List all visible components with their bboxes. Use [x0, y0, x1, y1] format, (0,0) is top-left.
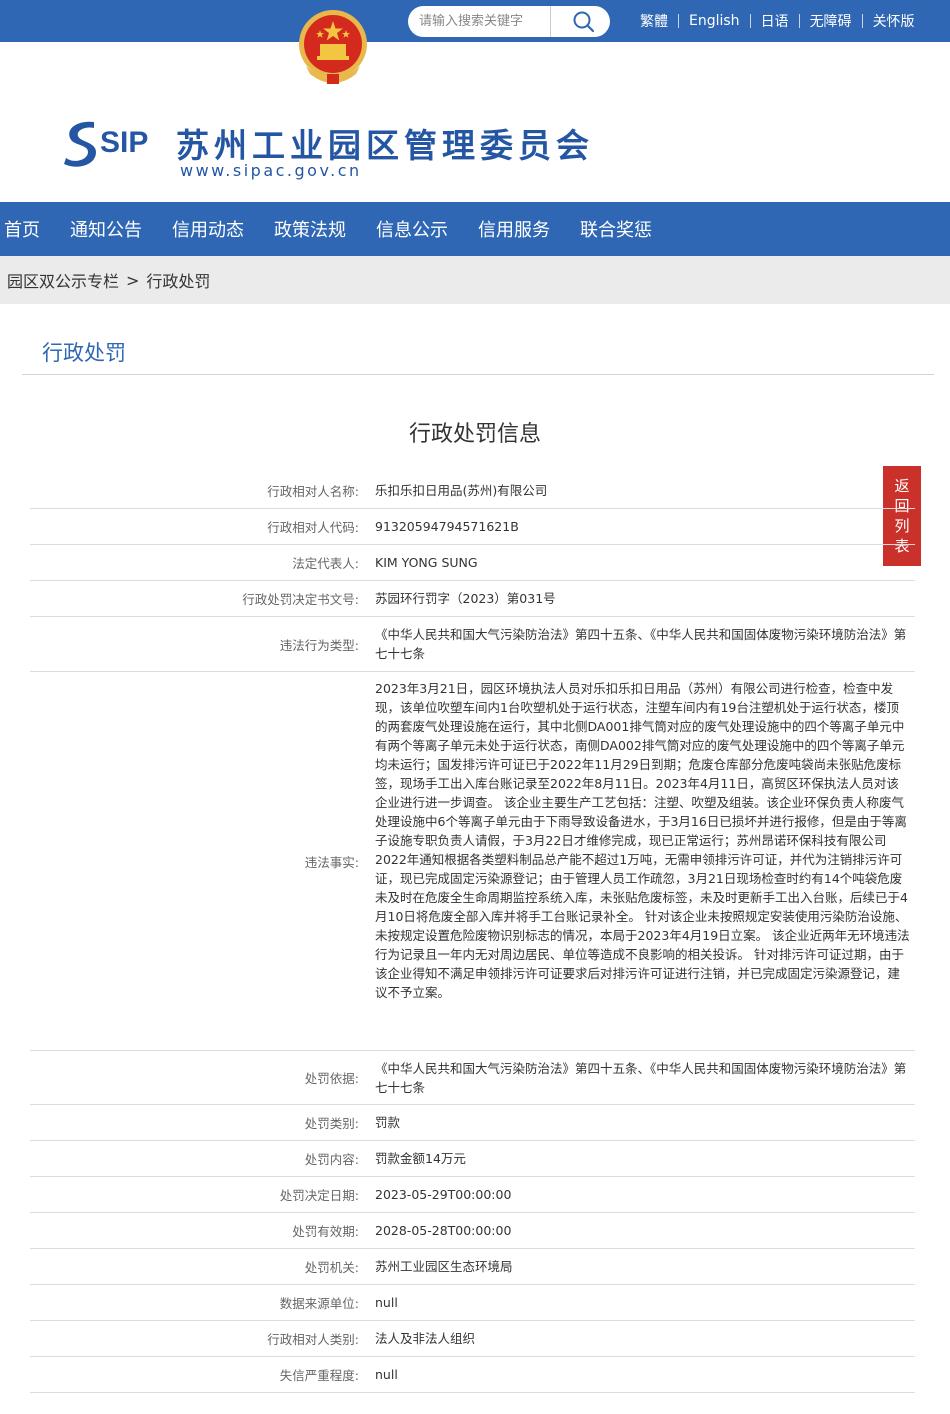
- field-value: 《中华人民共和国大气污染防治法》第四十五条、《中华人民共和国固体废物污染环境防治…: [375, 627, 907, 661]
- divider: [22, 374, 934, 375]
- field-value: 2028-05-28T00:00:00: [375, 1223, 512, 1238]
- table-row: 处罚依据: 《中华人民共和国大气污染防治法》第四十五条、《中华人民共和国固体废物…: [30, 1051, 915, 1105]
- top-bar: 繁體 English 日语 无障碍 关怀版: [0, 0, 950, 42]
- table-row: 法定代表人: KIM YONG SUNG: [30, 545, 915, 581]
- table-row: 行政相对人名称: 乐扣乐扣日用品(苏州)有限公司: [30, 472, 915, 509]
- care-mode-link[interactable]: 关怀版: [863, 11, 925, 31]
- field-value: 《中华人民共和国大气污染防治法》第四十五条、《中华人民共和国固体废物污染环境防治…: [375, 1060, 907, 1095]
- lang-english-link[interactable]: English: [679, 13, 750, 29]
- accessibility-link[interactable]: 无障碍: [800, 11, 862, 31]
- search-box: [408, 6, 610, 37]
- breadcrumb-separator: >: [126, 270, 140, 290]
- nav-notices[interactable]: 通知公告: [70, 216, 142, 242]
- page-title: 行政处罚信息: [408, 422, 541, 447]
- field-label: 处罚内容:: [304, 1152, 359, 1167]
- field-value: KIM YONG SUNG: [375, 555, 478, 570]
- table-row: 行政相对人类别: 法人及非法人组织: [30, 1321, 915, 1357]
- logo-text: SIP: [100, 126, 148, 159]
- table-row: 失信严重程度: null: [30, 1357, 915, 1393]
- lang-traditional-link[interactable]: 繁體: [630, 11, 678, 31]
- field-value: 91320594794571621B: [375, 519, 519, 534]
- lang-japanese-link[interactable]: 日语: [751, 11, 799, 31]
- field-label: 行政处罚决定书文号:: [242, 592, 359, 607]
- table-row: 处罚机关: 苏州工业园区生态环境局: [30, 1249, 915, 1285]
- search-input[interactable]: [408, 6, 548, 37]
- field-label: 法定代表人:: [292, 556, 359, 571]
- field-label: 行政相对人代码:: [267, 520, 359, 535]
- penalty-info-table: 行政相对人名称: 乐扣乐扣日用品(苏州)有限公司 行政相对人代码: 913205…: [30, 472, 915, 1393]
- table-row: 处罚类别: 罚款: [30, 1105, 915, 1141]
- field-value: 法人及非法人组织: [375, 1331, 476, 1346]
- nav-info-disclosure[interactable]: 信息公示: [376, 216, 448, 242]
- search-icon: [573, 11, 595, 33]
- field-label: 处罚机关:: [304, 1260, 359, 1275]
- national-emblem-icon: [299, 10, 367, 84]
- table-row: 违法事实: 2023年3月21日，园区环境执法人员对乐扣乐扣日用品（苏州）有限公…: [30, 672, 915, 1051]
- nav-joint-rewards[interactable]: 联合奖惩: [580, 216, 652, 242]
- field-label: 行政相对人名称:: [267, 483, 359, 499]
- field-label: 违法事实:: [304, 854, 359, 870]
- field-label: 行政相对人类别:: [267, 1332, 359, 1347]
- nav-credit-services[interactable]: 信用服务: [478, 216, 550, 242]
- site-title: 苏州工业园区管理委员会: [176, 126, 594, 165]
- field-value: null: [375, 1367, 398, 1382]
- field-value: 乐扣乐扣日用品(苏州)有限公司: [375, 482, 548, 498]
- field-label: 处罚依据:: [304, 1071, 359, 1086]
- nav-credit-news[interactable]: 信用动态: [172, 216, 244, 242]
- site-url: www.sipac.gov.cn: [180, 161, 362, 180]
- table-row: 行政处罚决定书文号: 苏园环行罚字（2023）第031号: [30, 581, 915, 617]
- sip-logo: SIP: [64, 121, 148, 167]
- table-row: 行政相对人代码: 91320594794571621B: [30, 509, 915, 545]
- table-row: 数据来源单位: null: [30, 1285, 915, 1321]
- section-title: 行政处罚: [42, 341, 126, 365]
- field-label: 数据来源单位:: [279, 1296, 359, 1311]
- field-value: 苏州工业园区生态环境局: [375, 1259, 513, 1274]
- nav-policies[interactable]: 政策法规: [274, 216, 346, 242]
- table-row: 处罚决定日期: 2023-05-29T00:00:00: [30, 1177, 915, 1213]
- field-value: 2023-05-29T00:00:00: [375, 1187, 512, 1202]
- nav-home[interactable]: 首页: [4, 216, 40, 242]
- field-label: 处罚类别:: [304, 1116, 359, 1131]
- field-label: 失信严重程度:: [279, 1368, 359, 1383]
- breadcrumb-item-penalty[interactable]: 行政处罚: [146, 268, 210, 292]
- field-value: 苏园环行罚字（2023）第031号: [375, 591, 556, 606]
- main-nav: 首页 通知公告 信用动态 政策法规 信息公示 信用服务 联合奖惩: [0, 202, 950, 256]
- language-links: 繁體 English 日语 无障碍 关怀版: [630, 0, 925, 42]
- table-row: 处罚有效期: 2028-05-28T00:00:00: [30, 1213, 915, 1249]
- breadcrumb: 园区双公示专栏 > 行政处罚: [0, 256, 950, 304]
- field-label: 违法行为类型:: [279, 637, 359, 653]
- field-value: null: [375, 1295, 398, 1310]
- table-row: 违法行为类型: 《中华人民共和国大气污染防治法》第四十五条、《中华人民共和国固体…: [30, 617, 915, 672]
- field-value: 罚款金额14万元: [375, 1151, 466, 1166]
- search-button[interactable]: [550, 6, 610, 37]
- field-value: 罚款: [375, 1115, 401, 1130]
- field-value: 2023年3月21日，园区环境执法人员对乐扣乐扣日用品（苏州）有限公司进行检查，…: [375, 681, 910, 1000]
- table-row: 处罚内容: 罚款金额14万元: [30, 1141, 915, 1177]
- field-label: 处罚决定日期:: [279, 1188, 359, 1203]
- breadcrumb-item-public-column[interactable]: 园区双公示专栏: [7, 268, 119, 292]
- field-label: 处罚有效期:: [292, 1224, 359, 1239]
